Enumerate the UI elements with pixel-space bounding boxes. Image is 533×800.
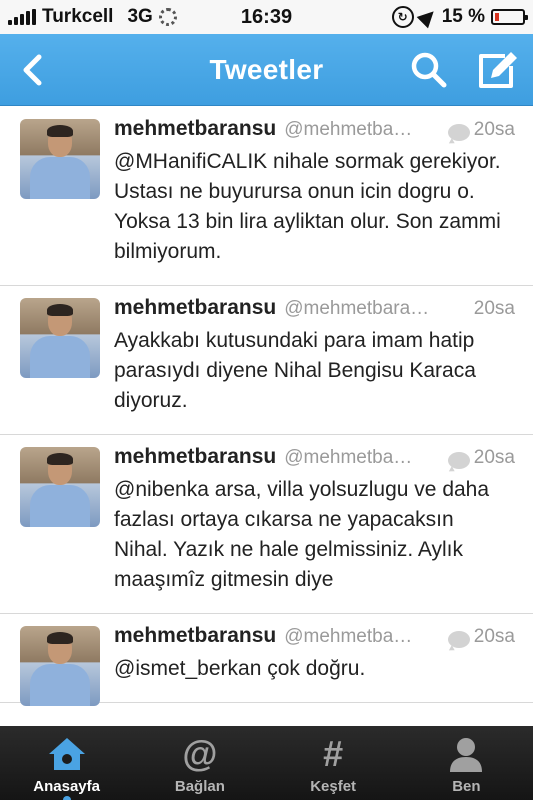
tab-me[interactable]: Ben [400,726,533,800]
chevron-left-icon [23,54,42,86]
tab-label: Ben [452,778,481,795]
tweet-timeline[interactable]: mehmetbaransu @mehmetba… 20sa @MHanifiCA… [0,107,533,726]
tweet-time: 20sa [473,447,515,468]
avatar[interactable] [20,298,100,378]
active-tab-indicator [62,796,71,800]
avatar[interactable] [20,626,100,706]
nav-bar: Tweetler [0,34,533,106]
tweet-author-handle: @mehmetbara… [284,298,430,319]
status-time: 16:39 [240,5,293,28]
tab-label: Keşfet [310,778,357,795]
tweet-item[interactable]: mehmetbaransu @mehmetba… 20sa @ismet_ber… [0,614,533,706]
tweet-author-handle: @mehmetba… [284,626,413,647]
tweet-author-name[interactable]: mehmetbaransu [114,624,276,648]
battery-fill [495,13,499,21]
activity-spinner-icon [158,8,177,26]
compose-tweet-button[interactable] [475,48,519,92]
rotation-lock-icon: ↻ [391,6,414,28]
tweet-item[interactable]: mehmetbaransu @mehmetba… 20sa @MHanifiCA… [0,107,533,286]
tweet-time: 20sa [473,298,515,319]
tweet-author-name[interactable]: mehmetbaransu [114,117,276,141]
search-icon [411,52,447,88]
conversation-icon [447,451,470,469]
tweet-header: mehmetbaransu @mehmetba… 20sa [114,624,515,654]
conversation-icon [447,123,470,141]
tweet-text: @ismet_berkan çok doğru. [114,657,366,680]
at-icon: @ [182,733,218,774]
tweet-text: @MHanifiCALIK nihale sormak gerekiyor. U… [114,150,501,263]
tweet-header: mehmetbaransu @mehmetba… 20sa [114,117,515,147]
tweet-header: mehmetbaransu @mehmetbara… 20sa [114,296,515,326]
status-bar: Turkcell 3G 16:39 ↻ 15 % [0,0,533,34]
tweet-header: mehmetbaransu @mehmetba… 20sa [114,445,515,475]
status-right: ↻ 15 % [391,5,528,29]
hash-icon: # [323,733,344,774]
tweet-text: Ayakkabı kutusundaki para imam hatip par… [114,329,476,412]
conversation-icon [447,630,470,648]
carrier-name: Turkcell [42,6,114,27]
home-icon [45,734,89,774]
tweet-time: 20sa [473,119,515,140]
signal-strength-icon [8,9,36,25]
tweet-author-handle: @mehmetba… [284,447,413,468]
tweet-item[interactable]: mehmetbaransu @mehmetbara… 20sa Ayakkabı… [0,286,533,435]
tab-label: Bağlan [174,778,225,795]
avatar[interactable] [20,119,100,199]
status-left: Turkcell 3G [8,6,177,28]
network-type: 3G [127,6,153,27]
back-button[interactable] [12,50,52,90]
tweet-author-name[interactable]: mehmetbaransu [114,445,276,469]
search-button[interactable] [407,48,451,92]
tab-connect[interactable]: @ Bağlan [133,726,266,800]
tab-discover[interactable]: # Keşfet [267,726,400,800]
tweet-item[interactable]: mehmetbaransu @mehmetba… 20sa @nibenka a… [0,435,533,614]
tweet-text: @nibenka arsa, villa yolsuzlugu ve daha … [114,478,490,591]
avatar[interactable] [20,447,100,527]
location-arrow-icon [416,5,440,29]
tab-bar: Anasayfa @ Bağlan # Keşfet Ben [0,726,533,800]
person-icon [444,734,488,774]
tab-label: Anasayfa [33,778,100,795]
tweet-author-handle: @mehmetba… [284,119,413,140]
tab-home[interactable]: Anasayfa [0,726,133,800]
tweet-author-name[interactable]: mehmetbaransu [114,296,276,320]
battery-icon [491,9,528,25]
compose-icon [479,52,517,88]
page-title: Tweetler [209,53,324,85]
tweet-time: 20sa [473,626,515,647]
battery-percent: 15 % [441,6,485,27]
